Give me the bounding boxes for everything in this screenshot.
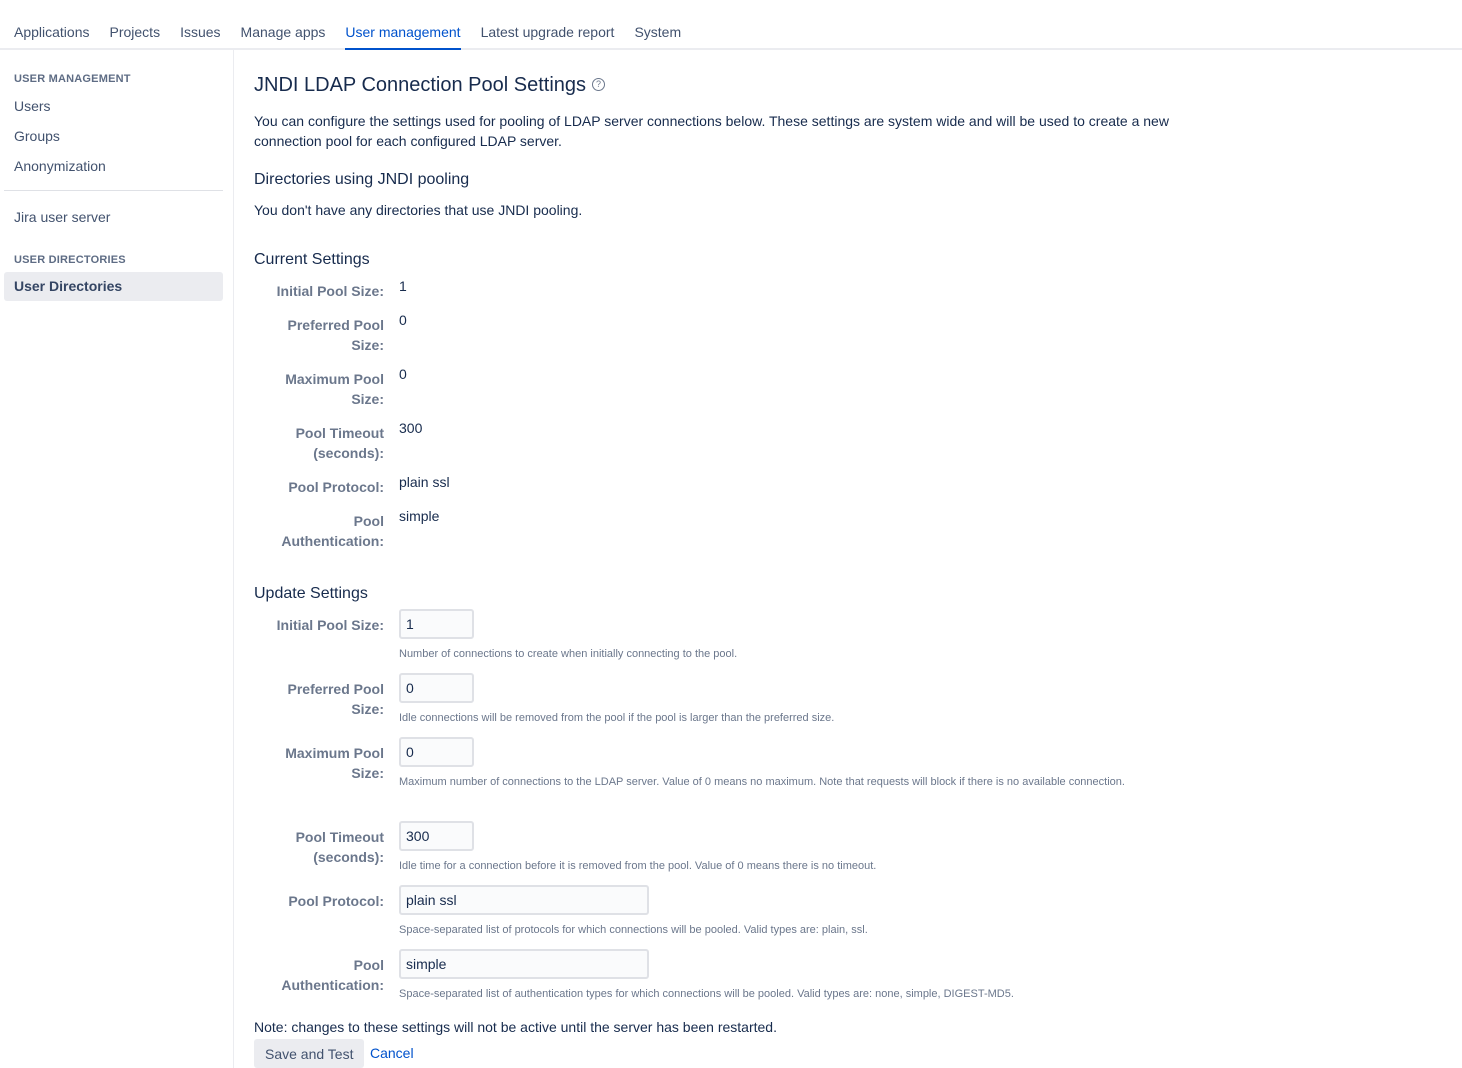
directories-empty-text: You don't have any directories that use … [254, 202, 583, 218]
page-title: JNDI LDAP Connection Pool Settings? [254, 74, 606, 97]
pool-authentication-input[interactable] [399, 949, 649, 979]
current-pool-timeout-label: Pool Timeout (seconds): [295, 425, 384, 461]
current-pool-authentication-label: Pool Authentication: [281, 513, 384, 549]
preferred-pool-size-description: Idle connections will be removed from th… [399, 712, 835, 724]
sidebar-item-anonymization[interactable]: Anonymization [14, 158, 106, 174]
page-title-text: JNDI LDAP Connection Pool Settings [254, 74, 587, 96]
current-maximum-pool-size-value: 0 [399, 366, 407, 382]
sidebar-item-groups[interactable]: Groups [14, 128, 60, 144]
maximum-pool-size-input[interactable] [399, 737, 474, 767]
pool-authentication-description: Space-separated list of authentication t… [399, 988, 1014, 1000]
update-preferred-pool-size-label: Preferred Pool Size: [287, 681, 384, 717]
maximum-pool-size-description: Maximum number of connections to the LDA… [399, 776, 1125, 788]
update-settings-heading: Update Settings [254, 585, 368, 602]
update-initial-pool-size-label: Initial Pool Size: [276, 617, 384, 633]
tab-manage-apps[interactable]: Manage apps [241, 22, 326, 48]
tab-user-management[interactable]: User management [345, 22, 461, 50]
sidebar: USER MANAGEMENT Users Groups Anonymizati… [0, 50, 234, 1068]
current-pool-protocol-value: plain ssl [399, 474, 450, 490]
save-and-test-button[interactable]: Save and Test [254, 1039, 365, 1068]
current-maximum-pool-size-label: Maximum Pool Size: [285, 371, 384, 407]
initial-pool-size-description: Number of connections to create when ini… [399, 648, 738, 660]
intro-text: You can configure the settings used for … [254, 113, 1169, 149]
tab-latest-upgrade-report[interactable]: Latest upgrade report [481, 22, 615, 48]
update-pool-protocol-label: Pool Protocol: [288, 893, 384, 909]
current-preferred-pool-size-label: Preferred Pool Size: [287, 317, 384, 353]
tab-applications[interactable]: Applications [14, 22, 90, 48]
sidebar-heading-user-directories: USER DIRECTORIES [14, 254, 126, 266]
current-initial-pool-size-label: Initial Pool Size: [276, 283, 384, 299]
admin-tabs: Applications Projects Issues Manage apps… [14, 22, 701, 50]
sidebar-item-user-directories[interactable]: User Directories [4, 272, 223, 301]
initial-pool-size-input[interactable] [399, 609, 474, 639]
pool-timeout-input[interactable] [399, 821, 474, 851]
cancel-link[interactable]: Cancel [370, 1045, 414, 1061]
sidebar-item-users[interactable]: Users [14, 98, 51, 114]
sidebar-item-jira-user-server[interactable]: Jira user server [14, 209, 110, 225]
pool-timeout-description: Idle time for a connection before it is … [399, 860, 877, 872]
tab-projects[interactable]: Projects [110, 22, 161, 48]
tab-system[interactable]: System [634, 22, 681, 48]
current-pool-timeout-value: 300 [399, 420, 423, 436]
restart-note: Note: changes to these settings will not… [254, 1019, 777, 1035]
directories-heading: Directories using JNDI pooling [254, 171, 470, 188]
current-preferred-pool-size-value: 0 [399, 312, 407, 328]
tab-issues[interactable]: Issues [180, 22, 220, 48]
current-initial-pool-size-value: 1 [399, 278, 407, 294]
current-pool-protocol-label: Pool Protocol: [288, 479, 384, 495]
sidebar-heading-user-management: USER MANAGEMENT [14, 73, 131, 85]
pool-protocol-input[interactable] [399, 885, 649, 915]
pool-protocol-description: Space-separated list of protocols for wh… [399, 924, 868, 936]
update-maximum-pool-size-label: Maximum Pool Size: [285, 745, 384, 781]
sidebar-divider [4, 190, 223, 191]
top-navigation: Applications Projects Issues Manage apps… [0, 0, 1462, 50]
current-pool-authentication-value: simple [399, 508, 440, 524]
help-icon[interactable]: ? [592, 78, 606, 91]
update-pool-timeout-label: Pool Timeout (seconds): [295, 829, 384, 865]
update-pool-authentication-label: Pool Authentication: [281, 957, 384, 993]
preferred-pool-size-input[interactable] [399, 673, 474, 703]
current-settings-heading: Current Settings [254, 251, 370, 268]
